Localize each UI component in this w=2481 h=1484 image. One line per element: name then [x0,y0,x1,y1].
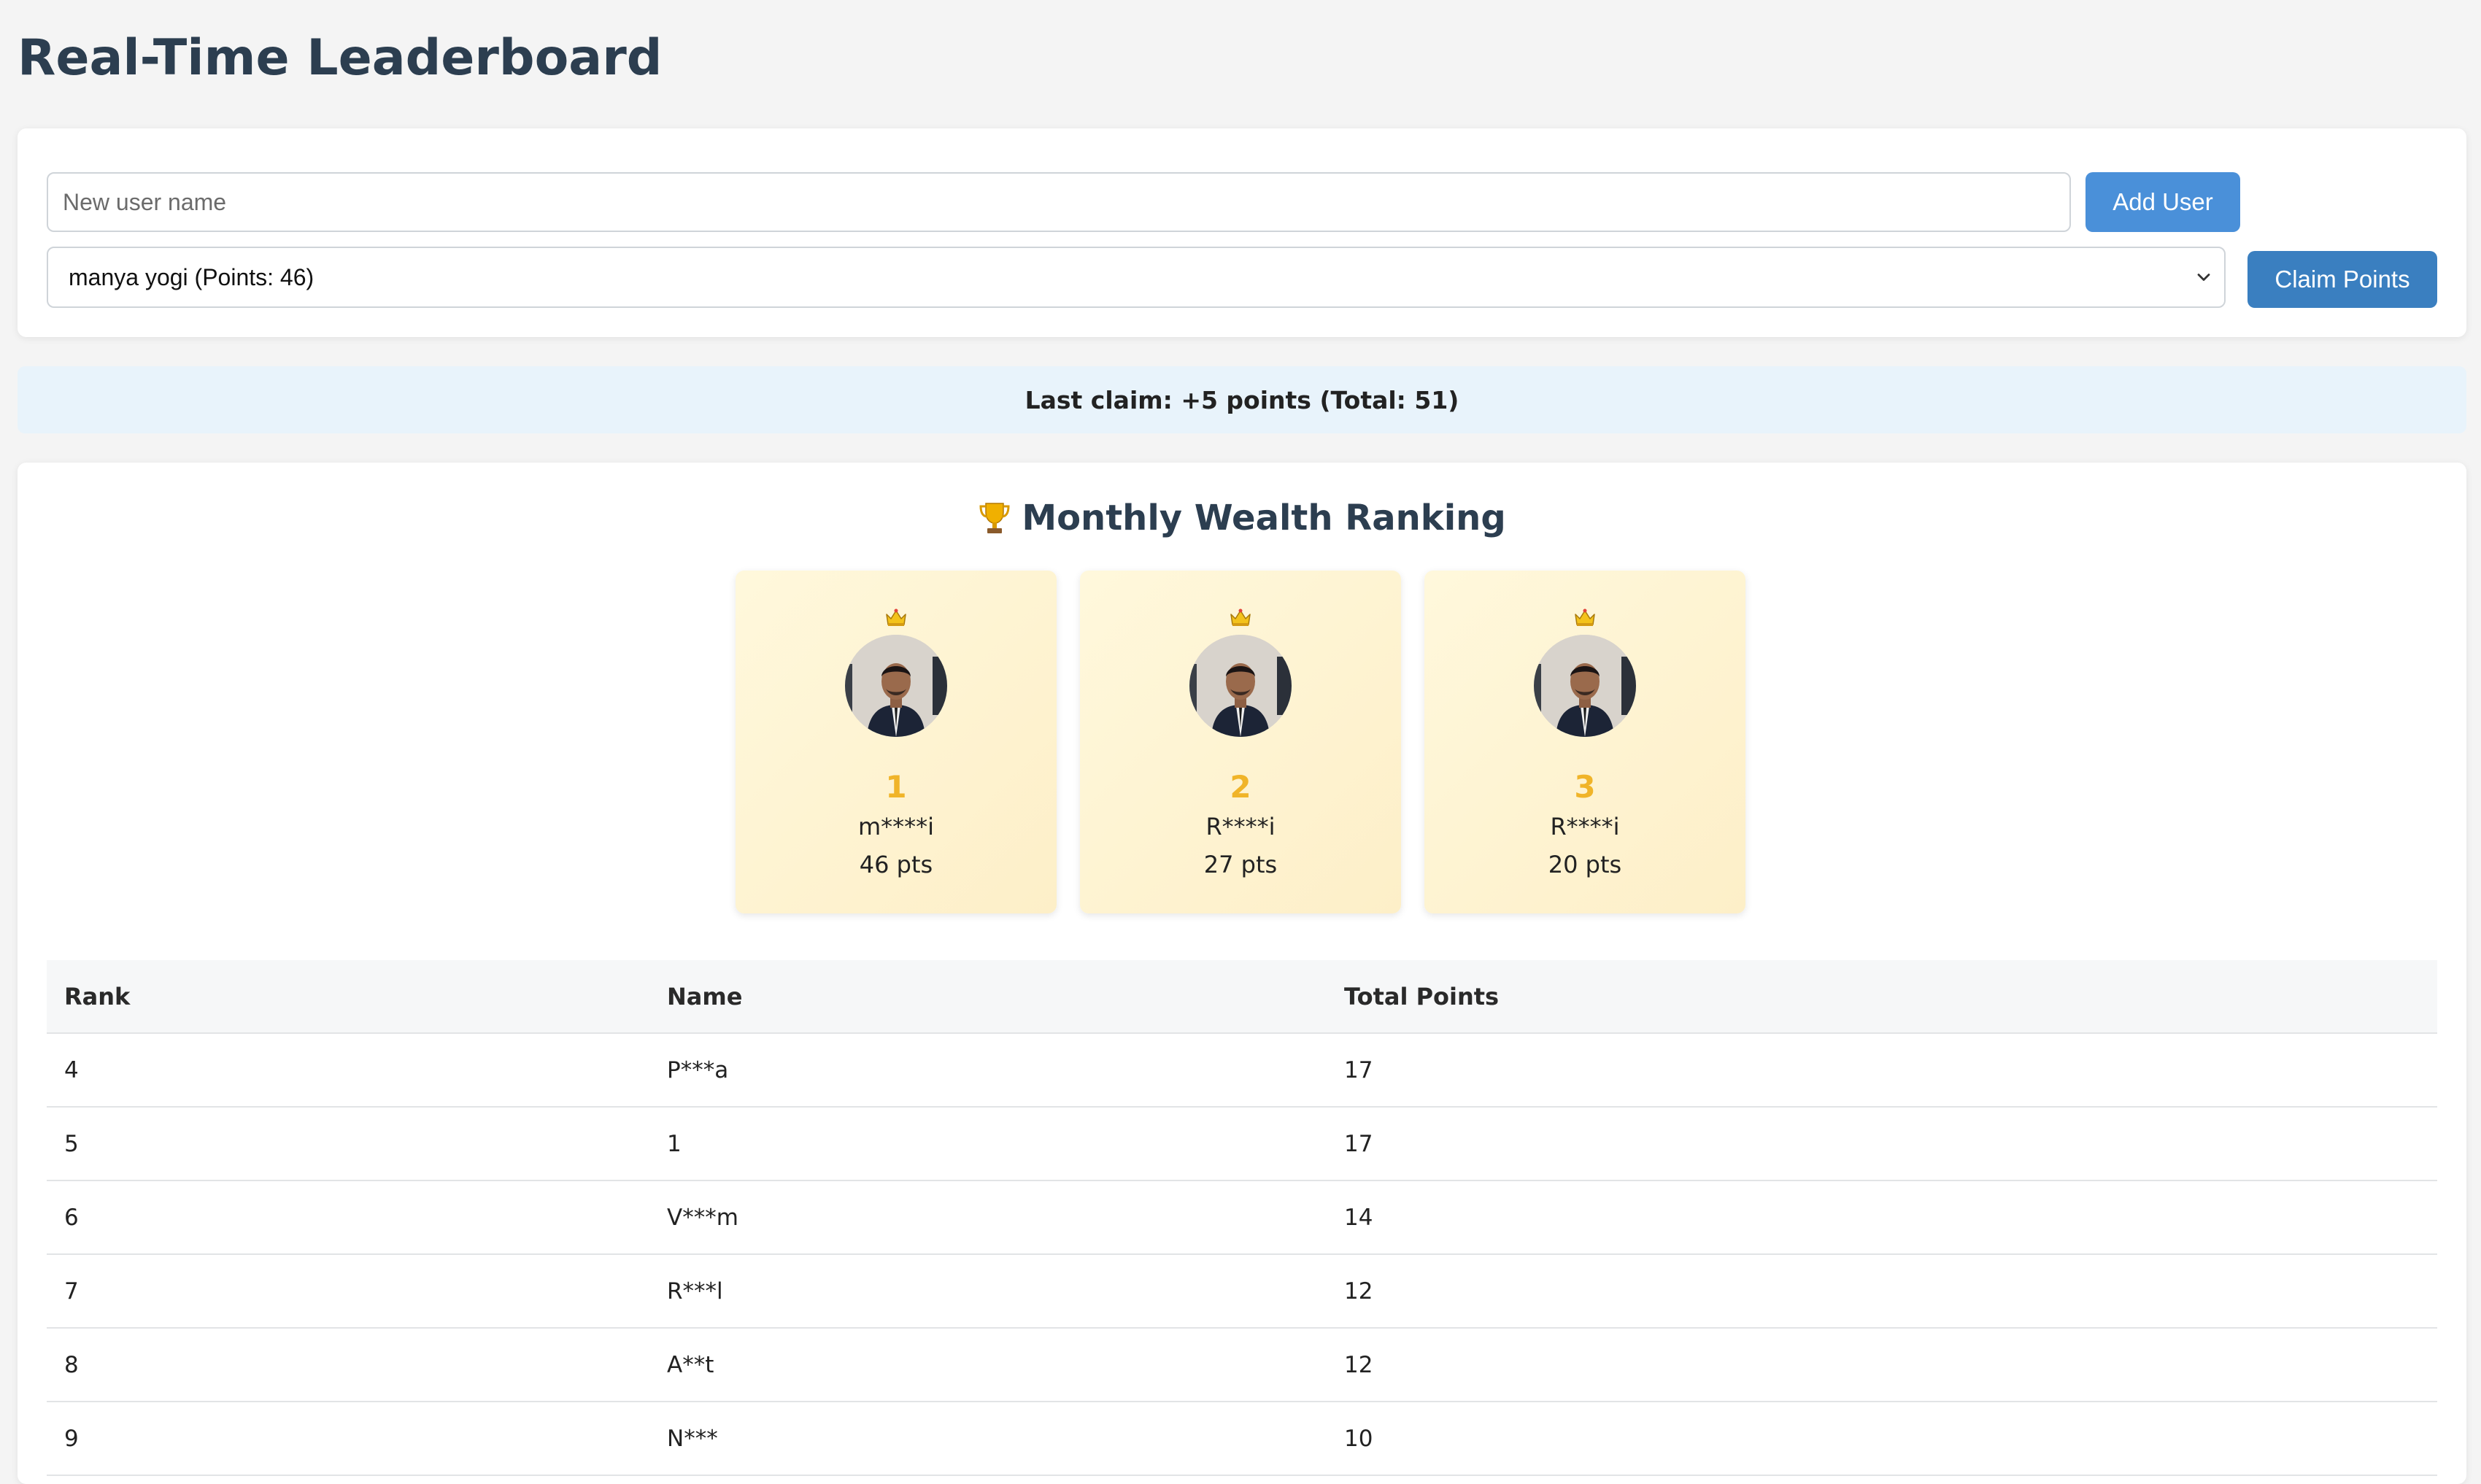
podium-name: R****i [1205,813,1276,840]
table-row: 9 N*** 10 [47,1402,2437,1476]
points-cell: 17 [1327,1107,2437,1181]
rank-cell: 4 [47,1033,649,1108]
last-claim-status: Last claim: +5 points (Total: 51) [18,366,2466,433]
trophy-icon [979,503,1010,533]
name-cell: R***l [649,1254,1327,1329]
column-header-name: Name [649,960,1327,1034]
podium: 1 m****i 46 pts 2 R****i 27 pts 3 R****i… [736,571,1750,915]
chevron-down-icon [2197,274,2210,281]
points-cell: 17 [1327,1033,2437,1108]
podium-card-3: 3 R****i 20 pts [1424,571,1745,913]
page-title: Real-Time Leaderboard [18,29,663,87]
crown-icon [1575,608,1595,626]
table-row: 7 R***l 12 [47,1254,2437,1329]
controls-card: Add User manya yogi (Points: 46) Claim P… [18,128,2466,337]
column-header-rank: Rank [47,960,649,1034]
podium-name: m****i [857,813,935,840]
name-cell: 1 [649,1107,1327,1181]
rank-cell: 7 [47,1254,649,1329]
podium-rank: 1 [885,769,907,805]
points-cell: 12 [1327,1254,2437,1329]
rank-cell: 9 [47,1402,649,1476]
podium-card-1: 1 m****i 46 pts [736,571,1057,913]
rank-cell: 6 [47,1180,649,1255]
podium-points: 20 pts [1548,851,1622,878]
table-row: 4 P***a 17 [47,1033,2437,1108]
selected-user-value: manya yogi (Points: 46) [69,263,315,290]
rank-cell: 5 [47,1107,649,1181]
table-row: 5 1 17 [47,1107,2437,1181]
podium-name: R****i [1550,813,1620,840]
crown-icon [1230,608,1251,626]
points-cell: 14 [1327,1180,2437,1255]
points-cell: 12 [1327,1328,2437,1402]
user-select-dropdown[interactable]: manya yogi (Points: 46) [47,247,2226,308]
name-cell: P***a [649,1033,1327,1108]
rank-cell: 8 [47,1328,649,1402]
ranking-title: Monthly Wealth Ranking [1022,498,1506,538]
podium-rank: 3 [1574,769,1596,805]
points-cell: 10 [1327,1402,2437,1476]
avatar [1534,635,1636,737]
podium-points: 27 pts [1203,851,1278,878]
name-cell: A**t [649,1328,1327,1402]
name-cell: N*** [649,1402,1327,1476]
table-row: 6 V***m 14 [47,1180,2437,1255]
new-user-input[interactable] [47,172,2071,232]
ranking-card: Monthly Wealth Ranking 1 m****i 46 pts 2… [18,463,2466,1484]
leaderboard-page: Real-Time Leaderboard Add User manya yog… [0,0,2481,1484]
ranking-header: Monthly Wealth Ranking [18,498,2466,538]
podium-card-2: 2 R****i 27 pts [1080,571,1401,913]
crown-icon [886,608,906,626]
podium-points: 46 pts [859,851,933,878]
podium-rank: 2 [1230,769,1251,805]
add-user-button[interactable]: Add User [2085,172,2240,232]
avatar [1189,635,1292,737]
last-claim-text: Last claim: +5 points (Total: 51) [1025,385,1459,414]
table-header-row: Rank Name Total Points [47,960,2437,1034]
avatar [845,635,947,737]
column-header-total-points: Total Points [1327,960,2437,1034]
claim-points-button[interactable]: Claim Points [2247,251,2437,308]
ranking-table: Rank Name Total Points 4 P***a 17 5 1 17… [47,960,2437,1476]
name-cell: V***m [649,1180,1327,1255]
table-row: 8 A**t 12 [47,1328,2437,1402]
